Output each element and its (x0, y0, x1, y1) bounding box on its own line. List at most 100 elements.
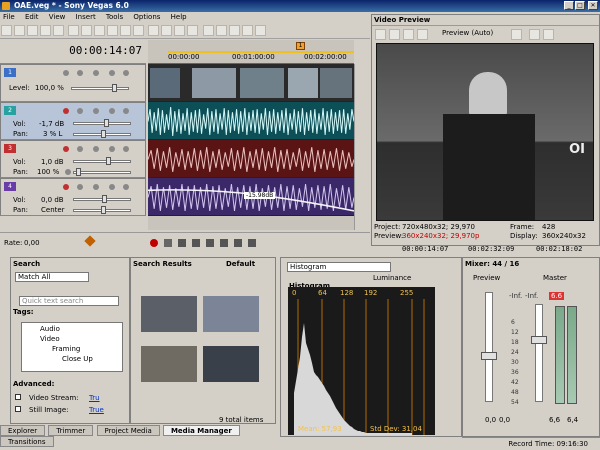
track-header-1[interactable]: 1 Level: 100,0 % (0, 64, 146, 102)
save-snapshot-icon[interactable] (543, 29, 554, 40)
overlays-icon[interactable] (511, 29, 522, 40)
record-arm-icon[interactable] (63, 108, 69, 114)
menu-tools[interactable]: Tools (106, 13, 123, 21)
loop-region-bar[interactable] (168, 51, 354, 53)
record-arm-icon[interactable] (63, 146, 69, 152)
minimize-button[interactable]: _ (564, 1, 574, 10)
paste-icon[interactable] (94, 25, 106, 36)
preview-fader-track[interactable] (485, 292, 493, 402)
cut-icon[interactable] (68, 25, 80, 36)
menu-edit[interactable]: Edit (25, 13, 39, 21)
pan-slider[interactable] (73, 168, 131, 176)
render-icon[interactable] (53, 25, 64, 36)
fx-icon[interactable] (93, 108, 99, 114)
go-to-start-button[interactable] (234, 239, 242, 247)
close-button[interactable]: ✕ (588, 1, 598, 10)
video-stream-checkbox[interactable] (15, 394, 21, 400)
copy-icon[interactable] (81, 25, 93, 36)
zoom-tool-icon[interactable] (241, 25, 253, 36)
audio-track-lane-4[interactable]: -15.98dB (148, 178, 354, 216)
slider-knob[interactable] (101, 130, 106, 138)
input-monitor-icon[interactable] (123, 108, 129, 114)
tab-media-manager[interactable]: Media Manager (162, 425, 240, 436)
preview-fx-icon[interactable] (417, 29, 428, 40)
still-image-checkbox[interactable] (15, 406, 21, 412)
tree-item-framing[interactable]: Framing (52, 345, 80, 353)
scope-mode-dropdown[interactable]: Histogram (287, 262, 391, 272)
new-icon[interactable] (1, 25, 12, 36)
solo-icon[interactable] (109, 108, 115, 114)
still-image-value[interactable]: True (89, 406, 104, 414)
fx-icon[interactable] (93, 184, 99, 190)
record-button[interactable] (150, 239, 158, 247)
menu-view[interactable]: View (49, 13, 66, 21)
media-thumbnail[interactable] (141, 346, 197, 382)
track-motion-icon[interactable] (123, 70, 129, 76)
tab-transitions[interactable]: Transitions (0, 436, 54, 447)
copy-snapshot-icon[interactable] (529, 29, 540, 40)
tab-trimmer[interactable]: Trimmer (48, 425, 94, 436)
audio-track-lane-2[interactable] (148, 102, 354, 140)
mute-icon[interactable] (77, 146, 83, 152)
track-header-3[interactable]: 3 Vol: 1,0 dB Pan: 100 % (0, 140, 146, 178)
input-monitor-icon[interactable] (123, 184, 129, 190)
tree-item-audio[interactable]: Audio (40, 325, 60, 333)
menu-help[interactable]: Help (171, 13, 187, 21)
composite-icon[interactable] (109, 70, 115, 76)
track-header-4[interactable]: 4 Vol: 0,0 dB Pan: Center (0, 178, 146, 216)
solo-icon[interactable] (77, 70, 83, 76)
slider-knob[interactable] (106, 157, 111, 165)
fx-icon[interactable] (93, 146, 99, 152)
marker-flag[interactable]: 1 (296, 42, 305, 50)
audio-track-lane-3[interactable] (148, 140, 354, 178)
pan-slider[interactable] (73, 206, 131, 214)
save-icon[interactable] (27, 25, 38, 36)
timeline-empty-area[interactable] (148, 216, 354, 230)
undo-icon[interactable] (120, 25, 132, 36)
volume-slider[interactable] (73, 195, 131, 203)
mute-icon[interactable] (63, 70, 69, 76)
envelope-tool-icon[interactable] (215, 25, 227, 36)
level-slider[interactable] (71, 84, 129, 92)
stop-button[interactable] (220, 239, 228, 247)
record-arm-icon[interactable] (63, 184, 69, 190)
tree-item-video[interactable]: Video (40, 335, 60, 343)
redo-icon[interactable] (133, 25, 145, 36)
pan-mode-icon[interactable] (65, 169, 71, 175)
pan-slider[interactable] (73, 130, 131, 138)
menu-options[interactable]: Options (133, 13, 160, 21)
master-fader[interactable] (531, 336, 547, 344)
play-from-start-button[interactable] (178, 239, 186, 247)
media-thumbnail[interactable] (203, 296, 259, 332)
menu-insert[interactable]: Insert (76, 13, 96, 21)
go-to-end-button[interactable] (248, 239, 256, 247)
properties-icon[interactable] (40, 25, 51, 36)
solo-icon[interactable] (109, 146, 115, 152)
track-header-2[interactable]: 2 Vol: -1,7 dB Pan: 3 % L (0, 102, 146, 140)
preview-fader[interactable] (481, 352, 497, 360)
pause-button[interactable] (206, 239, 214, 247)
volume-slider[interactable] (73, 119, 131, 127)
tags-tree[interactable]: Audio Video Framing Close Up (21, 322, 123, 372)
volume-slider[interactable] (73, 157, 131, 165)
ignore-grouping-icon[interactable] (187, 25, 199, 36)
match-mode-dropdown[interactable]: Match All (15, 272, 89, 282)
slider-knob[interactable] (102, 195, 107, 203)
tab-project-media[interactable]: Project Media (96, 425, 160, 436)
timeline-vertical-scrollbar[interactable] (354, 64, 370, 230)
search-input[interactable]: Quick text search (19, 296, 119, 306)
loop-button[interactable] (164, 239, 172, 247)
open-icon[interactable] (14, 25, 25, 36)
selection-tool-icon[interactable] (228, 25, 240, 36)
slider-knob[interactable] (101, 206, 106, 214)
delete-icon[interactable] (107, 25, 119, 36)
mute-icon[interactable] (77, 108, 83, 114)
solo-icon[interactable] (109, 184, 115, 190)
media-thumbnail[interactable] (141, 296, 197, 332)
mute-icon[interactable] (77, 184, 83, 190)
play-button[interactable] (192, 239, 200, 247)
help-icon[interactable] (254, 25, 266, 36)
auto-crossfade-icon[interactable] (161, 25, 173, 36)
input-monitor-icon[interactable] (123, 146, 129, 152)
preview-quality-dropdown[interactable]: Preview (Auto) (442, 29, 502, 37)
